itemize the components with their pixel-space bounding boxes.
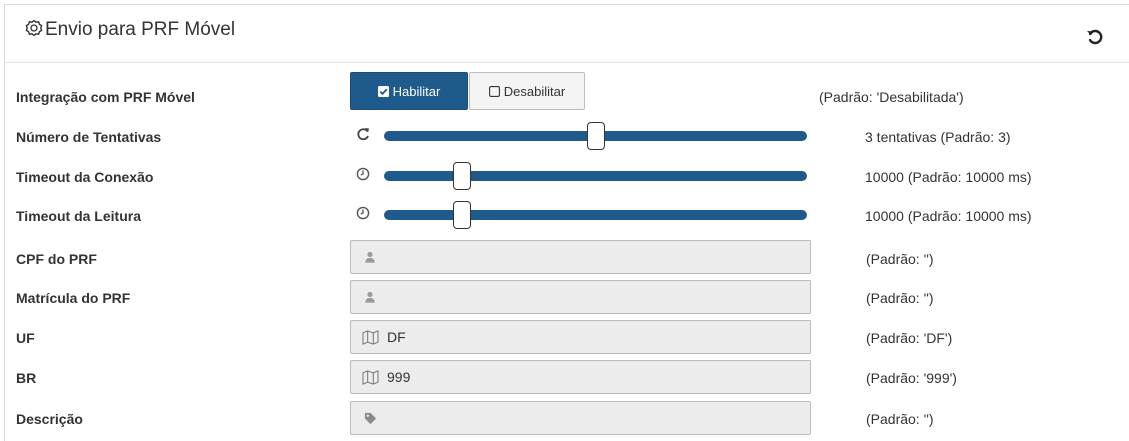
cpf-label: CPF do PRF: [16, 251, 97, 267]
br-label: BR: [16, 370, 37, 386]
matricula-label: Matrícula do PRF: [16, 290, 131, 306]
descricao-default-note: (Padrão: ''): [866, 411, 934, 427]
disable-button-label: Desabilitar: [503, 83, 566, 99]
timeout-leitura-default-note: 10000 (Padrão: 10000 ms): [865, 208, 1032, 224]
tentativas-slider[interactable]: [384, 122, 807, 150]
checked-checkbox-icon: [377, 85, 389, 97]
panel-header: Envio para PRF Móvel: [5, 5, 1129, 63]
unchecked-checkbox-icon: [488, 85, 500, 97]
timeout-leitura-slider[interactable]: [384, 201, 807, 229]
timeout-conexao-default-note: 10000 (Padrão: 10000 ms): [865, 169, 1032, 185]
timeout-conexao-label: Timeout da Conexão: [16, 169, 154, 185]
timeout-conexao-slider-thumb[interactable]: [453, 162, 471, 190]
refresh-icon: [357, 128, 369, 141]
enable-button[interactable]: Habilitar: [350, 72, 468, 110]
integracao-label: Integração com PRF Móvel: [16, 89, 195, 105]
tentativas-default-note: 3 tentativas (Padrão: 3): [865, 129, 1011, 145]
uf-default-note: (Padrão: 'DF'): [866, 330, 953, 346]
integracao-default-note: (Padrão: 'Desabilitada'): [819, 89, 964, 105]
br-input[interactable]: 999: [350, 360, 811, 394]
page-title: Envio para PRF Móvel: [45, 19, 236, 40]
badge-icon: [25, 19, 43, 37]
cpf-default-note: (Padrão: ''): [866, 251, 934, 267]
matricula-default-note: (Padrão: ''): [866, 290, 934, 306]
cpf-input[interactable]: [350, 240, 811, 274]
uf-label: UF: [16, 330, 35, 346]
tag-icon: [359, 409, 381, 427]
br-default-note: (Padrão: '999'): [866, 370, 957, 386]
map-icon: [359, 328, 381, 346]
user-icon: [359, 248, 381, 266]
disable-button[interactable]: Desabilitar: [469, 72, 585, 110]
enable-button-label: Habilitar: [392, 83, 441, 99]
tentativas-label: Número de Tentativas: [16, 129, 162, 145]
user-icon: [359, 288, 381, 306]
uf-input[interactable]: DF: [350, 320, 811, 354]
clock-icon: [356, 167, 370, 181]
timeout-leitura-label: Timeout da Leitura: [16, 208, 141, 224]
undo-icon[interactable]: [1085, 27, 1105, 47]
descricao-label: Descrição: [16, 411, 83, 427]
descricao-input[interactable]: [350, 401, 811, 435]
map-icon: [359, 368, 381, 386]
matricula-input[interactable]: [350, 280, 811, 314]
br-input-value: 999: [387, 369, 411, 385]
timeout-leitura-slider-thumb[interactable]: [453, 201, 471, 229]
uf-input-value: DF: [387, 329, 406, 345]
tentativas-slider-thumb[interactable]: [587, 122, 605, 150]
clock-icon: [356, 206, 370, 220]
timeout-conexao-slider[interactable]: [384, 162, 807, 190]
